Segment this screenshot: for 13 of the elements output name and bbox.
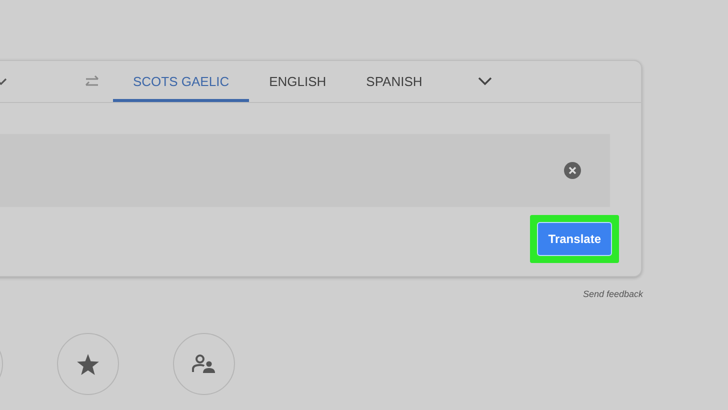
translate-button[interactable]: Translate bbox=[537, 222, 612, 256]
star-icon bbox=[77, 354, 99, 374]
clear-icon[interactable] bbox=[564, 162, 581, 179]
send-feedback-link[interactable]: Send feedback bbox=[582, 289, 643, 299]
language-tab[interactable]: ENGLISH bbox=[249, 61, 346, 102]
community-button[interactable] bbox=[173, 333, 235, 395]
chevron-down-icon[interactable] bbox=[0, 76, 8, 88]
saved-button[interactable] bbox=[57, 333, 119, 395]
chevron-down-icon[interactable] bbox=[478, 77, 492, 86]
source-text-field[interactable] bbox=[0, 134, 610, 207]
people-icon bbox=[192, 354, 216, 374]
language-tab[interactable]: SPANISH bbox=[346, 61, 442, 102]
language-tab[interactable]: SCOTS GAELIC bbox=[113, 61, 250, 102]
